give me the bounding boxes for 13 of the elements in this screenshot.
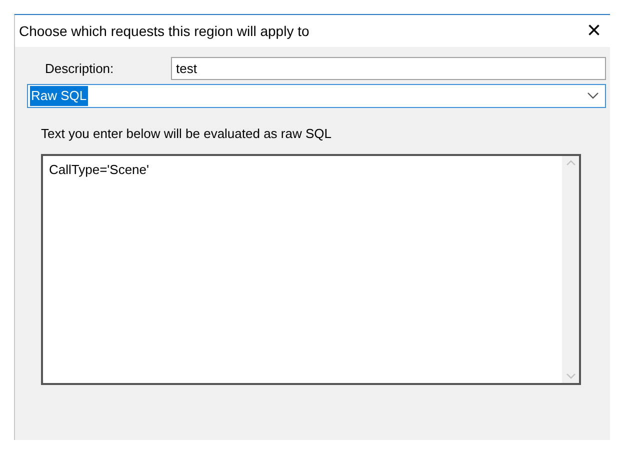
hint-text: Text you enter below will be evaluated as raw SQL xyxy=(41,125,332,143)
close-button[interactable]: × xyxy=(582,19,606,43)
description-label: Description: xyxy=(45,60,115,78)
vertical-scrollbar[interactable] xyxy=(562,156,579,382)
mode-dropdown[interactable]: Raw SQL xyxy=(27,84,606,108)
sql-editor[interactable]: CallType='Scene' xyxy=(41,154,581,384)
sql-text: CallType='Scene' xyxy=(48,160,150,179)
scroll-down-icon[interactable] xyxy=(566,372,576,378)
scroll-up-icon[interactable] xyxy=(566,160,576,166)
chevron-down-icon xyxy=(587,92,599,100)
dropdown-value: Raw SQL xyxy=(30,86,88,106)
description-field[interactable]: test xyxy=(171,57,606,80)
window-title: Choose which requests this region will apply to xyxy=(19,22,310,41)
